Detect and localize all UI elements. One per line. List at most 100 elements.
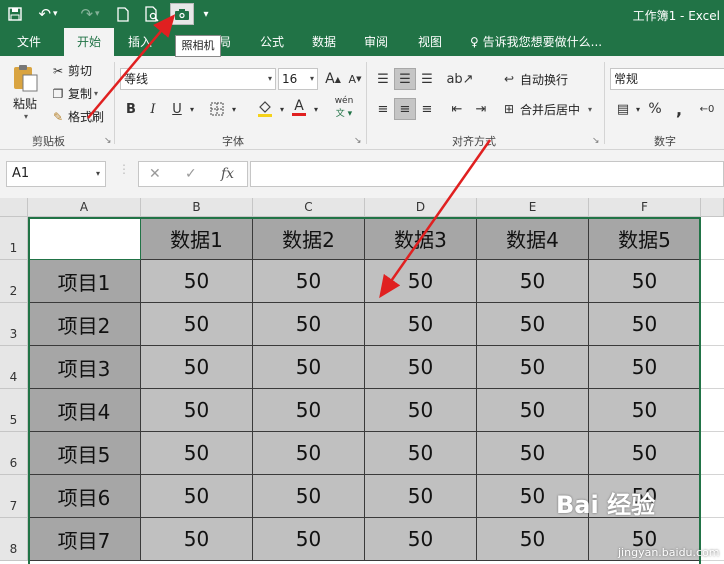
table-row-label[interactable]: 项目6 xyxy=(28,475,141,518)
borders-dropdown-icon[interactable]: ▾ xyxy=(228,98,240,120)
cut-button[interactable]: ✂ 剪切 xyxy=(50,62,92,79)
table-cell[interactable]: 50 xyxy=(253,346,365,389)
alignment-launcher-icon[interactable]: ↘ xyxy=(592,136,600,146)
borders-button[interactable] xyxy=(206,98,228,120)
row-header-1[interactable]: 1 xyxy=(0,217,28,260)
fill-color-button[interactable] xyxy=(254,98,276,120)
table-cell[interactable]: 50 xyxy=(365,475,477,518)
table-cell[interactable]: 50 xyxy=(365,346,477,389)
row-header-2[interactable]: 2 xyxy=(0,260,28,303)
camera-button[interactable] xyxy=(170,3,194,25)
print-preview-icon[interactable] xyxy=(142,3,162,25)
undo-button[interactable]: ↶ ▾ xyxy=(34,3,62,25)
table-cell[interactable]: 50 xyxy=(589,389,701,432)
tell-me-box[interactable]: ♀ 告诉我您想要做什么... xyxy=(470,28,602,56)
bold-button[interactable]: B xyxy=(120,98,142,120)
underline-dropdown-icon[interactable]: ▾ xyxy=(186,98,198,120)
table-cell[interactable]: 50 xyxy=(477,518,589,561)
orientation-button[interactable]: ab↗ xyxy=(446,68,474,90)
increase-indent-button[interactable]: ⇥ xyxy=(470,98,492,120)
row-header-5[interactable]: 5 xyxy=(0,389,28,432)
copy-button[interactable]: ❐ 复制 ▾ xyxy=(50,85,98,102)
align-left-button[interactable]: ≡ xyxy=(372,98,394,120)
underline-button[interactable]: U xyxy=(166,98,188,120)
table-cell[interactable]: 50 xyxy=(253,475,365,518)
table-cell[interactable]: 50 xyxy=(365,432,477,475)
table-cell[interactable]: 50 xyxy=(141,432,253,475)
table-cell[interactable]: 50 xyxy=(253,518,365,561)
tab-formulas[interactable]: 公式 xyxy=(252,28,292,56)
cancel-icon[interactable]: ✕ xyxy=(149,166,161,182)
table-cell[interactable]: 50 xyxy=(253,303,365,346)
row-header-3[interactable]: 3 xyxy=(0,303,28,346)
table-cell[interactable]: 50 xyxy=(253,260,365,303)
wrap-text-button[interactable]: ↩ 自动换行 xyxy=(500,68,568,90)
formula-bar-grip-icon[interactable]: ⋮ xyxy=(118,162,130,176)
table-cell[interactable]: 50 xyxy=(477,346,589,389)
table-cell[interactable]: 50 xyxy=(477,303,589,346)
name-box[interactable]: A1 ▾ xyxy=(6,161,106,187)
font-size-select[interactable]: 16 ▾ xyxy=(278,68,318,90)
bottom-align-button[interactable]: ☰ xyxy=(416,68,438,90)
select-all-corner[interactable] xyxy=(0,198,28,217)
accounting-dropdown-icon[interactable]: ▾ xyxy=(632,98,644,120)
font-color-button[interactable]: A xyxy=(288,96,310,118)
row-header-4[interactable]: 4 xyxy=(0,346,28,389)
empty-cell[interactable] xyxy=(701,260,724,303)
tab-home[interactable]: 开始 xyxy=(64,28,114,56)
align-center-button[interactable]: ≡ xyxy=(394,98,416,120)
comma-style-button[interactable]: , xyxy=(668,98,690,120)
paste-button[interactable]: 粘贴 ▾ xyxy=(8,62,42,122)
table-cell[interactable]: 50 xyxy=(477,260,589,303)
column-header-c[interactable]: C xyxy=(253,198,365,217)
empty-cell[interactable] xyxy=(701,217,724,260)
table-cell[interactable]: 50 xyxy=(589,432,701,475)
table-column-header[interactable]: 数据5 xyxy=(589,217,701,260)
tab-view[interactable]: 视图 xyxy=(410,28,450,56)
formula-input[interactable] xyxy=(250,161,724,187)
table-cell[interactable]: 50 xyxy=(365,518,477,561)
row-header-8[interactable]: 8 xyxy=(0,518,28,561)
table-cell[interactable]: 50 xyxy=(365,389,477,432)
table-cell[interactable]: 50 xyxy=(141,303,253,346)
clipboard-launcher-icon[interactable]: ↘ xyxy=(104,136,112,146)
insert-function-icon[interactable]: fx xyxy=(221,166,234,182)
table-column-header[interactable]: 数据3 xyxy=(365,217,477,260)
table-cell[interactable]: 50 xyxy=(253,432,365,475)
column-header-a[interactable]: A xyxy=(28,198,141,217)
table-cell[interactable]: 50 xyxy=(141,260,253,303)
tab-file[interactable]: 文件 xyxy=(6,28,52,56)
font-color-dropdown-icon[interactable]: ▾ xyxy=(310,98,322,120)
table-column-header[interactable]: 数据4 xyxy=(477,217,589,260)
decrease-indent-button[interactable]: ⇤ xyxy=(446,98,468,120)
table-row-label[interactable]: 项目7 xyxy=(28,518,141,561)
empty-cell[interactable] xyxy=(701,475,724,518)
table-cell[interactable]: 50 xyxy=(253,389,365,432)
align-right-button[interactable]: ≡ xyxy=(416,98,438,120)
italic-button[interactable]: I xyxy=(142,98,164,120)
column-header-b[interactable]: B xyxy=(141,198,253,217)
table-cell[interactable]: 50 xyxy=(365,260,477,303)
redo-button[interactable]: ↷ ▾ xyxy=(76,3,104,25)
cell-a1[interactable] xyxy=(28,217,141,260)
empty-cell[interactable] xyxy=(701,303,724,346)
table-cell[interactable]: 50 xyxy=(365,303,477,346)
table-row-label[interactable]: 项目3 xyxy=(28,346,141,389)
format-painter-button[interactable]: ✎ 格式刷 xyxy=(50,108,104,125)
table-row-label[interactable]: 项目1 xyxy=(28,260,141,303)
phonetic-guide-button[interactable]: wén 文 ▾ xyxy=(330,96,358,119)
save-icon[interactable] xyxy=(6,3,24,25)
table-cell[interactable]: 50 xyxy=(141,475,253,518)
table-cell[interactable]: 50 xyxy=(477,389,589,432)
accounting-format-button[interactable]: ▤ xyxy=(612,98,634,120)
increase-decimal-button[interactable]: ←0 xyxy=(696,98,718,120)
table-row-label[interactable]: 项目2 xyxy=(28,303,141,346)
undo-dropdown-icon[interactable]: ▾ xyxy=(53,9,58,19)
empty-cell[interactable] xyxy=(701,389,724,432)
table-row-label[interactable]: 项目4 xyxy=(28,389,141,432)
merge-dropdown-icon[interactable]: ▾ xyxy=(588,105,592,114)
enter-icon[interactable]: ✓ xyxy=(185,166,197,182)
fill-color-dropdown-icon[interactable]: ▾ xyxy=(276,98,288,120)
shrink-font-button[interactable]: A ▼ xyxy=(344,68,366,90)
new-file-icon[interactable] xyxy=(114,3,132,25)
